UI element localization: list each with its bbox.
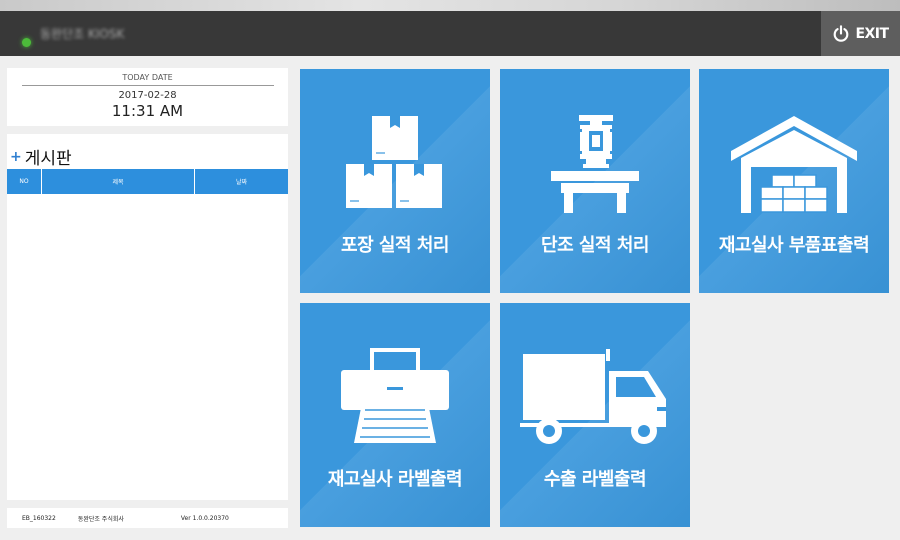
status-indicator xyxy=(22,38,31,47)
column-header-no: NO xyxy=(7,169,42,194)
current-time: 11:31 AM xyxy=(111,102,184,120)
date-divider xyxy=(21,85,274,86)
app-title: 동완단조 KIOSK xyxy=(40,27,125,41)
exit-button[interactable]: EXIT xyxy=(821,11,900,56)
board-table-header: NO 제목 날짜 xyxy=(7,169,288,194)
footer-company: 동완단조 주식회사 xyxy=(77,515,124,523)
printer-icon xyxy=(341,348,449,443)
tile-forging-results[interactable]: 단조 실적 처리 xyxy=(500,69,690,293)
today-date: 2017-02-28 xyxy=(118,90,177,101)
tile-label: 수출 라벨출력 xyxy=(543,469,647,490)
warehouse-icon xyxy=(731,116,857,213)
exit-label: EXIT xyxy=(855,25,889,42)
board-title-label: 게시판 xyxy=(24,149,72,169)
plus-icon[interactable]: + xyxy=(10,149,22,165)
tile-packing-results[interactable]: 포장 실적 처리 xyxy=(300,69,490,293)
column-header-date: 날짜 xyxy=(235,179,248,186)
power-icon xyxy=(834,24,849,42)
tile-inventory-label-print[interactable]: 재고실사 라벨출력 xyxy=(300,303,490,527)
tile-label: 단조 실적 처리 xyxy=(541,235,649,256)
tile-label: 재고실사 라벨출력 xyxy=(327,469,463,490)
column-header-title: 제목 xyxy=(42,169,195,194)
notice-board: + 게시판 NO 제목 날짜 xyxy=(7,134,288,500)
top-strip xyxy=(0,0,900,11)
tile-label: 포장 실적 처리 xyxy=(341,235,449,256)
truck-icon xyxy=(520,349,666,444)
tile-label: 재고실사 부품표출력 xyxy=(718,235,870,256)
tile-export-label-print[interactable]: 수출 라벨출력 xyxy=(500,303,690,527)
boxes-icon xyxy=(346,116,442,208)
footer-bar: EB_160322 동완단조 주식회사 Ver 1.0.0.20370 xyxy=(7,508,288,528)
footer-code: EB_160322 xyxy=(22,514,56,522)
tile-inventory-parts-print[interactable]: 재고실사 부품표출력 xyxy=(699,69,889,293)
footer-version: Ver 1.0.0.20370 xyxy=(180,514,229,522)
today-date-heading: TODAY DATE xyxy=(122,73,173,82)
title-bar: 동완단조 KIOSK EXIT xyxy=(0,11,900,56)
today-date-panel: TODAY DATE 2017-02-28 11:31 AM xyxy=(7,68,288,126)
forging-press-icon xyxy=(551,115,639,213)
board-title: + 게시판 xyxy=(10,144,72,170)
